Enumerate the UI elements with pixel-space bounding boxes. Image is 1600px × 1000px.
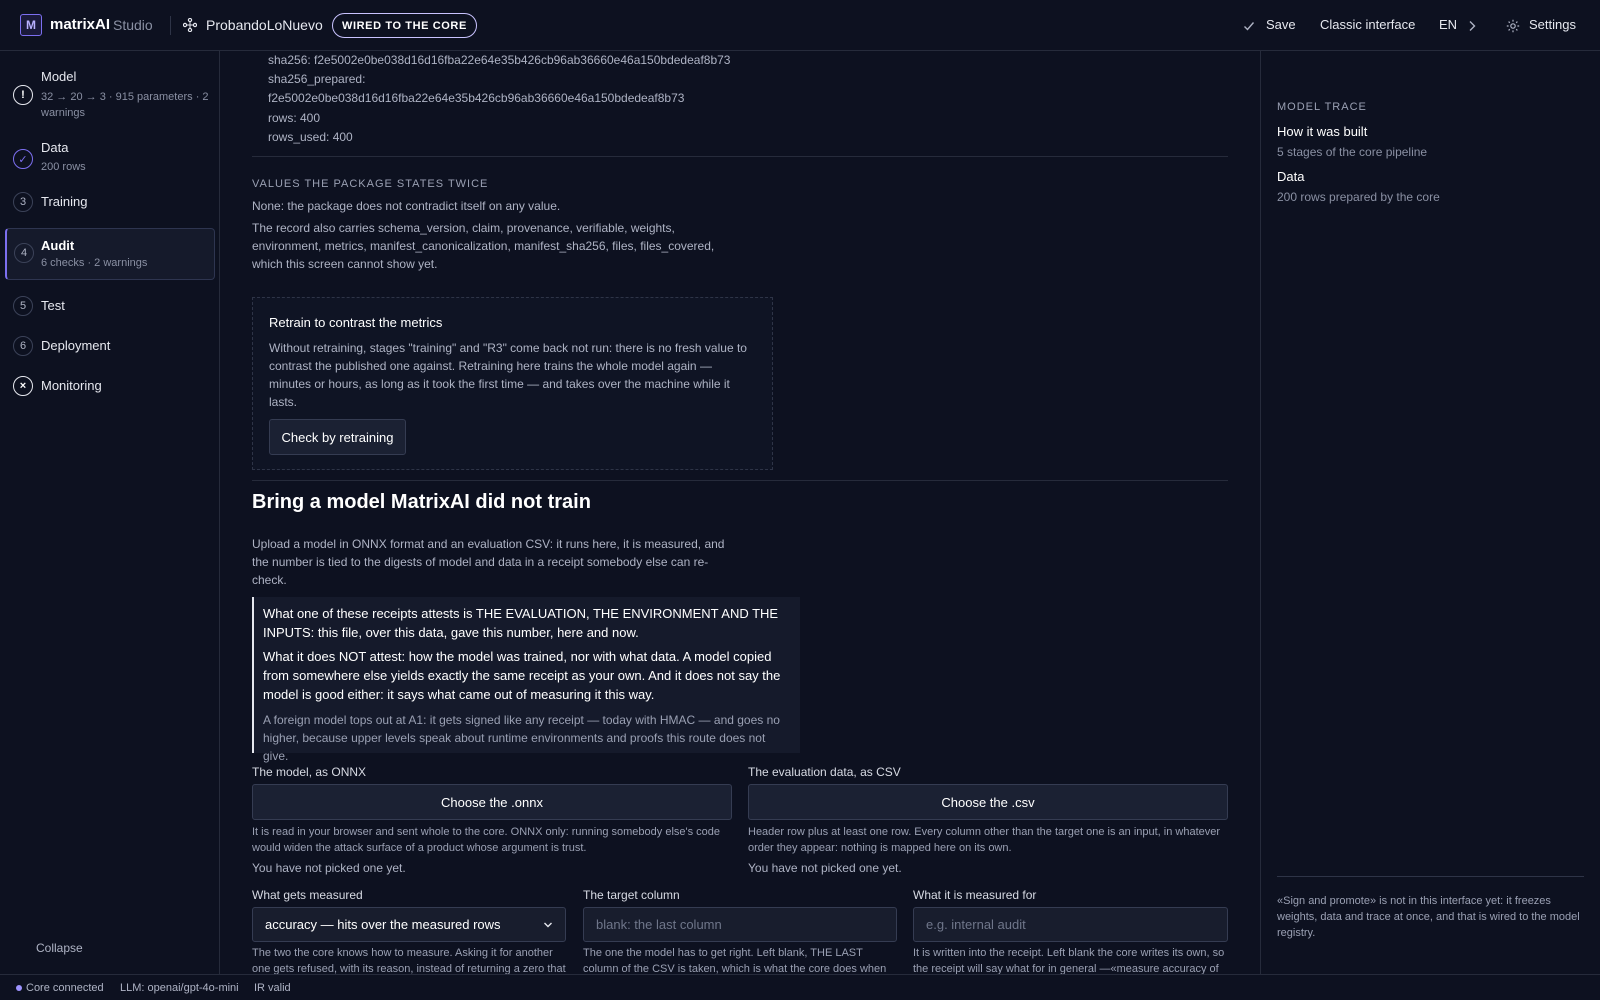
attestation-callout: What one of these receipts attests is TH… (252, 597, 800, 763)
purpose-label: What it is measured for (913, 888, 1037, 902)
retrain-card: Retrain to contrast the metrics Without … (252, 297, 773, 470)
chevron-right-icon[interactable] (1467, 20, 1477, 32)
manifest-line: rows: 400 (268, 111, 321, 125)
manifest-line: rows_used: 400 (268, 130, 353, 144)
sidebar-item-monitoring[interactable]: × Monitoring (5, 373, 215, 399)
step-number: 6 (13, 336, 33, 356)
trace-data-sub: 200 rows prepared by the core (1277, 190, 1440, 204)
brand-sub: Studio (113, 17, 153, 33)
step-number: 4 (14, 243, 34, 263)
divider (170, 16, 171, 35)
divider (252, 156, 1228, 157)
llm-status: LLM: openai/gpt-4o-mini (120, 982, 239, 994)
sign-promote-note: «Sign and promote» is not in this interf… (1277, 895, 1580, 939)
target-help: The one the model has to get right. Left… (583, 947, 887, 974)
manifest-line: sha256: f2e5002e0be038d16d16fba22e64e35b… (268, 53, 731, 67)
callout-text: What one of these receipts attests is TH… (263, 606, 779, 640)
connection-dot-icon (16, 985, 22, 991)
wired-badge: WIRED TO THE CORE (332, 13, 477, 38)
check-by-retraining-button[interactable]: Check by retraining (269, 419, 406, 455)
bring-model-title: Bring a model MatrixAI did not train (252, 491, 591, 513)
measure-help: The two the core knows how to measure. A… (252, 947, 566, 974)
retrain-body: Without retraining, stages "training" an… (269, 341, 747, 409)
sidebar: ! Model 32 → 20 → 3 · 915 parameters · 2… (0, 51, 220, 982)
model-trace-panel: MODEL TRACE How it was built 5 stages of… (1260, 51, 1600, 974)
error-icon: × (13, 376, 33, 396)
save-button[interactable]: Save (1266, 17, 1296, 32)
main-content: sha256: f2e5002e0be038d16d16fba22e64e35b… (220, 51, 1260, 974)
choose-onnx-button[interactable]: Choose the .onnx (252, 784, 732, 820)
sidebar-item-sub: 200 rows (41, 161, 86, 173)
callout-note: A foreign model tops out at A1: it gets … (263, 713, 780, 763)
purpose-help: It is written into the receipt. Left bla… (913, 947, 1225, 974)
csv-help: Header row plus at least one row. Every … (748, 826, 1221, 854)
collapse-button[interactable]: Collapse (36, 941, 83, 955)
target-label: The target column (583, 888, 680, 902)
brand-name: matrixAI (50, 16, 111, 33)
status-bar: Core connected LLM: openai/gpt-4o-mini I… (0, 974, 1600, 1000)
gear-icon (1506, 19, 1520, 33)
classic-interface-link[interactable]: Classic interface (1320, 17, 1415, 32)
sidebar-item-test[interactable]: 5 Test (5, 293, 215, 319)
sidebar-item-deployment[interactable]: 6 Deployment (5, 333, 215, 359)
top-bar: M matrixAI Studio ProbandoLoNuevo WIRED … (0, 0, 1600, 51)
sidebar-item-label: Data (41, 140, 69, 155)
sidebar-item-sub: 32 → 20 → 3 · 915 parameters · 2 warning… (41, 91, 209, 119)
callout-text: What it does NOT attest: how the model w… (263, 649, 781, 702)
sidebar-item-label: Monitoring (41, 378, 102, 393)
step-number: 5 (13, 296, 33, 316)
onnx-label: The model, as ONNX (252, 765, 367, 779)
bring-intro: Upload a model in ONNX format and an eva… (252, 537, 725, 587)
sidebar-item-label: Deployment (41, 338, 111, 353)
csv-label: The evaluation data, as CSV (748, 765, 901, 779)
measure-select[interactable]: accuracy — hits over the measured rows (252, 907, 566, 942)
retrain-title: Retrain to contrast the metrics (269, 315, 443, 330)
sidebar-item-data[interactable]: ✓ Data 200 rows (5, 135, 215, 177)
onnx-help: It is read in your browser and sent whol… (252, 826, 721, 854)
section-title: VALUES THE PACKAGE STATES TWICE (252, 178, 489, 190)
divider (1277, 876, 1584, 877)
settings-button[interactable]: Settings (1529, 17, 1576, 32)
sidebar-item-label: Audit (41, 238, 75, 253)
sidebar-item-model[interactable]: ! Model 32 → 20 → 3 · 915 parameters · 2… (5, 63, 215, 121)
measure-label: What gets measured (252, 888, 363, 902)
sidebar-item-training[interactable]: 3 Training (5, 189, 215, 215)
core-status: Core connected (26, 982, 104, 994)
onnx-status: You have not picked one yet. (252, 861, 406, 875)
sidebar-item-audit[interactable]: 4 Audit 6 checks · 2 warnings (5, 228, 215, 280)
warning-icon: ! (13, 85, 33, 105)
manifest-line: sha256_prepared: (268, 72, 366, 86)
step-number: 3 (13, 192, 33, 212)
language-selector[interactable]: EN (1439, 17, 1457, 32)
sidebar-item-label: Model (41, 69, 77, 84)
choose-csv-button[interactable]: Choose the .csv (748, 784, 1228, 820)
project-name[interactable]: ProbandoLoNuevo (206, 17, 323, 33)
trace-built-sub: 5 stages of the core pipeline (1277, 145, 1428, 159)
check-circle-icon: ✓ (13, 149, 33, 169)
sidebar-item-sub: 6 checks · 2 warnings (41, 257, 148, 269)
app-logo: M (20, 14, 42, 36)
purpose-input[interactable]: e.g. internal audit (913, 907, 1228, 942)
check-icon (1244, 22, 1255, 31)
twice-record-text: The record also carries schema_version, … (252, 221, 715, 271)
divider (252, 480, 1228, 481)
twice-none-text: None: the package does not contradict it… (252, 199, 561, 213)
sidebar-item-label: Training (41, 194, 88, 209)
target-column-input[interactable]: blank: the last column (583, 907, 897, 942)
chevron-down-icon (544, 922, 552, 927)
trace-data-title[interactable]: Data (1277, 169, 1304, 184)
sidebar-item-label: Test (41, 298, 65, 313)
measure-value: accuracy — hits over the measured rows (265, 917, 501, 932)
trace-built-title[interactable]: How it was built (1277, 124, 1367, 139)
ir-status: IR valid (254, 982, 291, 994)
manifest-line: f2e5002e0be038d16d16fba22e64e35b426cb96a… (268, 91, 685, 105)
csv-status: You have not picked one yet. (748, 861, 902, 875)
project-graph-icon (183, 18, 197, 32)
trace-title: MODEL TRACE (1277, 101, 1367, 113)
